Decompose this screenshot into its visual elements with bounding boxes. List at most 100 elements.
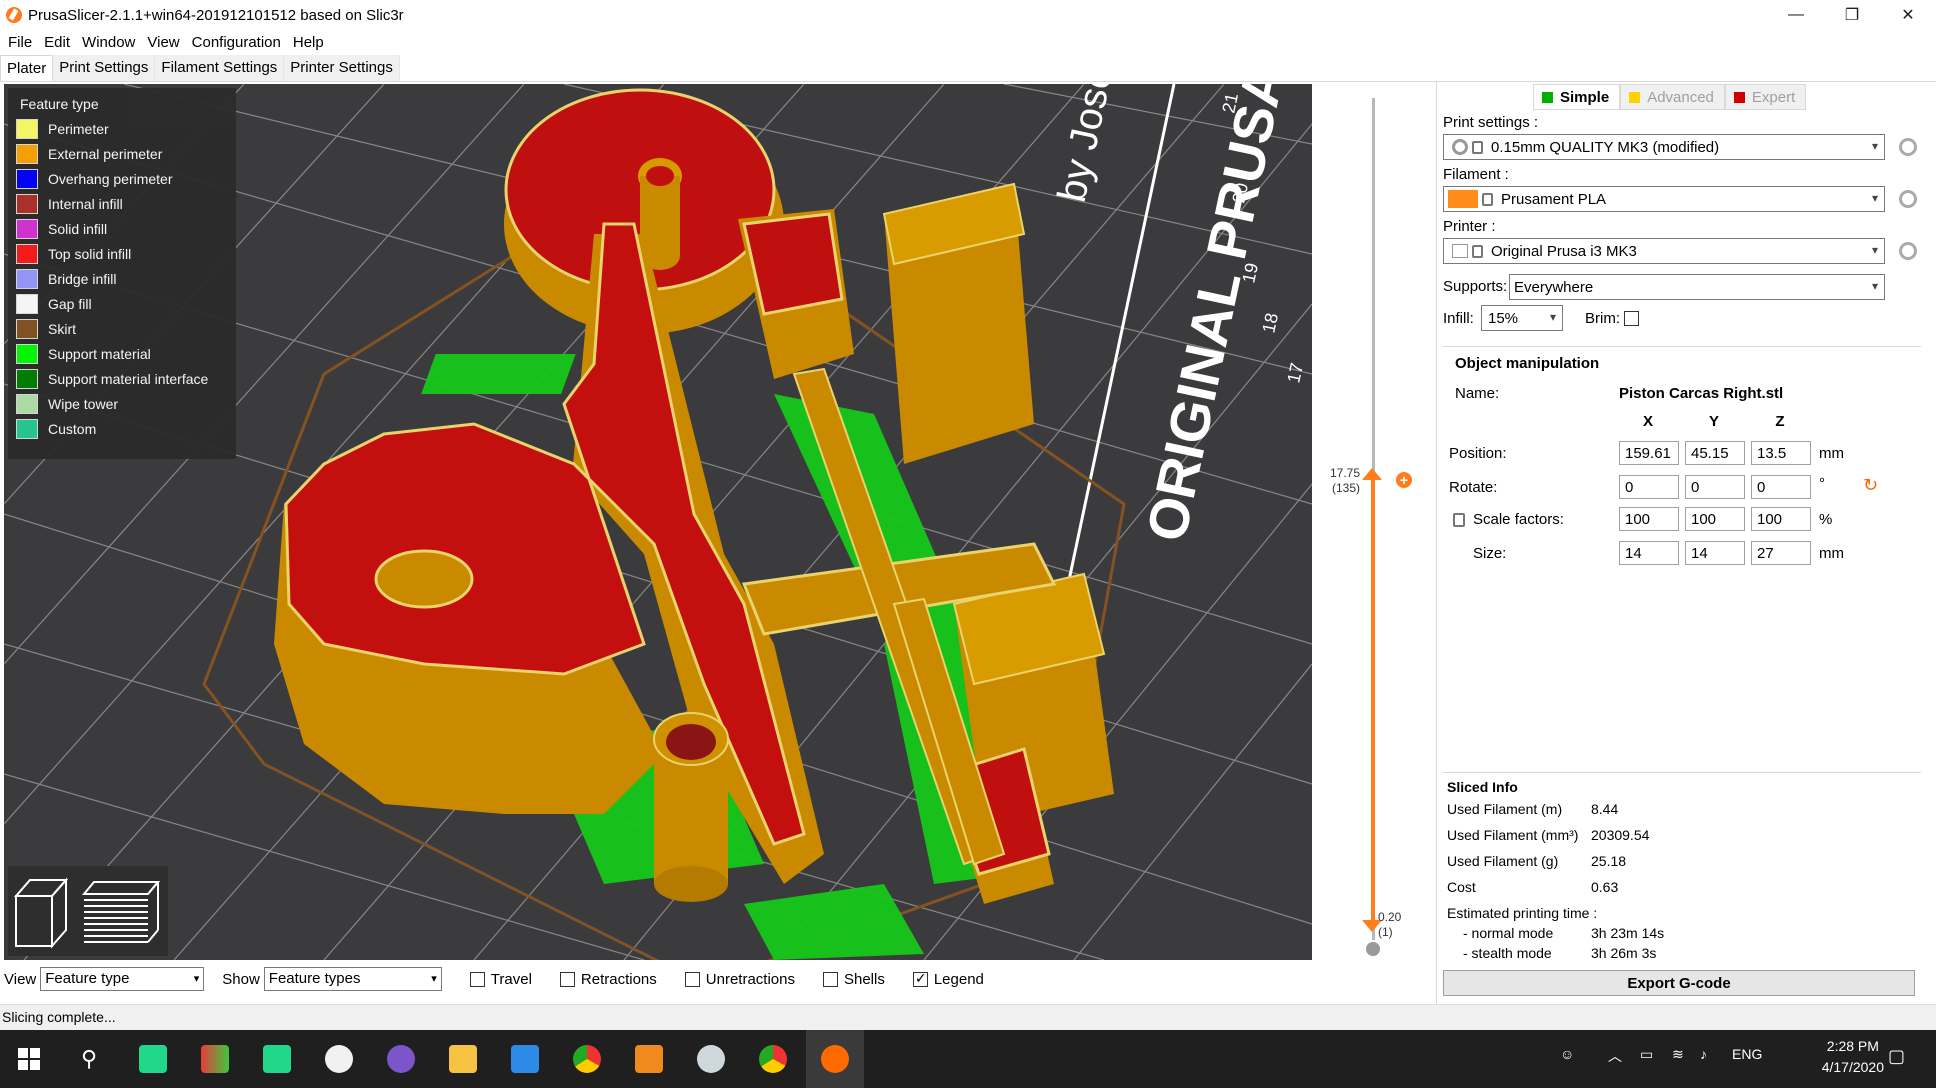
- rotate-x-input[interactable]: 0: [1619, 475, 1679, 499]
- infill-combo[interactable]: 15% ▾: [1481, 305, 1563, 331]
- print-settings-combo[interactable]: 0.15mm QUALITY MK3 (modified) ▾: [1443, 134, 1885, 160]
- layer-top-label: 17.75 (135): [1322, 466, 1360, 496]
- windows-start-icon[interactable]: [10, 1040, 48, 1078]
- 3d-preview-viewport[interactable]: ORIGINAL PRUSA i3 M by Jose 21 20 19 18 …: [4, 84, 1312, 960]
- layer-slider-range: [1371, 476, 1375, 924]
- view-select[interactable]: Feature type ▾: [40, 967, 205, 991]
- bed-tick-21: 21: [1218, 91, 1242, 115]
- mode-simple-button[interactable]: Simple: [1533, 84, 1621, 110]
- prusaslicer-taskbar-icon[interactable]: [816, 1040, 854, 1078]
- 3d-view-icon[interactable]: [13, 877, 69, 949]
- rotate-z-input[interactable]: 0: [1751, 475, 1811, 499]
- tab-printer-settings[interactable]: Printer Settings: [284, 55, 400, 81]
- retractions-checkbox-box[interactable]: [559, 971, 575, 987]
- position-x-input[interactable]: 159.61: [1619, 441, 1679, 465]
- wifi-icon[interactable]: ≋: [1672, 1046, 1684, 1063]
- object-manipulation-title: Object manipulation: [1455, 355, 1600, 372]
- shells-checkbox-box[interactable]: [822, 971, 838, 987]
- print-settings-gear-icon[interactable]: [1899, 138, 1917, 156]
- title-bar: PrusaSlicer-2.1.1+win64-201912101512 bas…: [0, 0, 1936, 30]
- layer-slider-top-thumb[interactable]: [1362, 468, 1382, 482]
- layers-view-icon[interactable]: [81, 881, 161, 943]
- chevron-down-icon: ▾: [1871, 243, 1878, 257]
- system-clock[interactable]: 2:28 PM 4/17/2020: [1822, 1036, 1884, 1078]
- tray-expand-icon[interactable]: ︿: [1608, 1046, 1622, 1066]
- menu-configuration[interactable]: Configuration: [192, 34, 281, 51]
- chevron-down-icon: ▾: [431, 973, 437, 985]
- used-filament-m-value: 8.44: [1591, 801, 1619, 817]
- position-y-input[interactable]: 45.15: [1685, 441, 1745, 465]
- tab-print-settings[interactable]: Print Settings: [53, 55, 156, 81]
- tab-filament-settings[interactable]: Filament Settings: [155, 55, 285, 81]
- vscode-icon[interactable]: [506, 1040, 544, 1078]
- add-color-change-button[interactable]: +: [1396, 472, 1412, 488]
- file-explorer-icon[interactable]: [444, 1040, 482, 1078]
- infill-value: 15%: [1488, 309, 1519, 327]
- position-label: Position:: [1449, 445, 1507, 462]
- reset-rotation-icon[interactable]: ↻: [1863, 475, 1878, 496]
- filament-gear-icon[interactable]: [1899, 190, 1917, 208]
- notifications-icon[interactable]: ▢: [1888, 1046, 1905, 1067]
- printer-gear-icon[interactable]: [1899, 242, 1917, 260]
- scale-lock-icon[interactable]: [1453, 513, 1465, 527]
- scale-z-input[interactable]: 100: [1751, 507, 1811, 531]
- chevron-down-icon: ▾: [193, 973, 200, 985]
- language-indicator[interactable]: ENG: [1732, 1046, 1762, 1062]
- legend-swatch: [16, 418, 38, 439]
- search-icon[interactable]: ⚲: [70, 1040, 108, 1078]
- scale-y-input[interactable]: 100: [1685, 507, 1745, 531]
- infill-label: Infill:: [1443, 310, 1474, 327]
- legend-item: Custom: [16, 416, 236, 441]
- slider-settings-icon[interactable]: [1366, 942, 1380, 956]
- unretractions-checkbox[interactable]: Unretractions: [684, 971, 795, 988]
- brim-checkbox[interactable]: [1624, 311, 1639, 326]
- size-x-input[interactable]: 14: [1619, 541, 1679, 565]
- legend-swatch: [16, 268, 38, 289]
- inkscape-icon[interactable]: [692, 1040, 730, 1078]
- menu-window[interactable]: Window: [82, 34, 135, 51]
- mode-expert-label: Expert: [1751, 88, 1796, 106]
- menu-file[interactable]: File: [8, 34, 32, 51]
- legend-item: Internal infill: [16, 191, 236, 216]
- print-settings-icon: [1452, 139, 1468, 155]
- rotate-y-input[interactable]: 0: [1685, 475, 1745, 499]
- unretractions-checkbox-box[interactable]: [684, 971, 700, 987]
- menu-edit[interactable]: Edit: [44, 34, 70, 51]
- export-gcode-button[interactable]: Export G-code: [1443, 970, 1915, 996]
- mode-expert-button[interactable]: Expert: [1724, 84, 1807, 110]
- volume-icon[interactable]: ♪: [1700, 1046, 1707, 1062]
- supports-combo[interactable]: Everywhere ▾: [1509, 274, 1885, 300]
- tab-plater[interactable]: Plater: [0, 55, 54, 81]
- office-app-icon[interactable]: [196, 1040, 234, 1078]
- restore-icon[interactable]: ❐: [1824, 0, 1880, 30]
- paint-app-icon[interactable]: [320, 1040, 358, 1078]
- close-icon[interactable]: ✕: [1880, 0, 1936, 30]
- retractions-checkbox[interactable]: Retractions: [559, 971, 657, 988]
- travel-checkbox-box[interactable]: [469, 971, 485, 987]
- fusion-app-icon[interactable]: [630, 1040, 668, 1078]
- filament-combo[interactable]: Prusament PLA ▾: [1443, 186, 1885, 212]
- battery-icon[interactable]: ▭: [1640, 1046, 1653, 1063]
- chrome-profile-icon[interactable]: [754, 1040, 792, 1078]
- size-z-input[interactable]: 27: [1751, 541, 1811, 565]
- people-icon[interactable]: ☺: [1560, 1046, 1574, 1062]
- minimize-icon[interactable]: —: [1768, 0, 1824, 30]
- size-y-input[interactable]: 14: [1685, 541, 1745, 565]
- stealth-mode-value: 3h 26m 3s: [1591, 945, 1657, 961]
- shells-checkbox[interactable]: Shells: [822, 971, 885, 988]
- travel-checkbox[interactable]: Travel: [469, 971, 532, 988]
- mode-advanced-button[interactable]: Advanced: [1620, 84, 1725, 110]
- axis-y-header: Y: [1708, 413, 1719, 430]
- clion-icon[interactable]: [258, 1040, 296, 1078]
- github-desktop-icon[interactable]: [382, 1040, 420, 1078]
- legend-checkbox-box[interactable]: [912, 970, 928, 987]
- show-select[interactable]: Feature types ▾: [263, 967, 442, 991]
- position-z-input[interactable]: 13.5: [1751, 441, 1811, 465]
- scale-x-input[interactable]: 100: [1619, 507, 1679, 531]
- menu-view[interactable]: View: [147, 34, 179, 51]
- printer-combo[interactable]: Original Prusa i3 MK3 ▾: [1443, 238, 1885, 264]
- chrome-icon[interactable]: [568, 1040, 606, 1078]
- legend-checkbox[interactable]: Legend: [912, 970, 984, 988]
- pycharm-icon[interactable]: [134, 1040, 172, 1078]
- menu-help[interactable]: Help: [293, 34, 324, 51]
